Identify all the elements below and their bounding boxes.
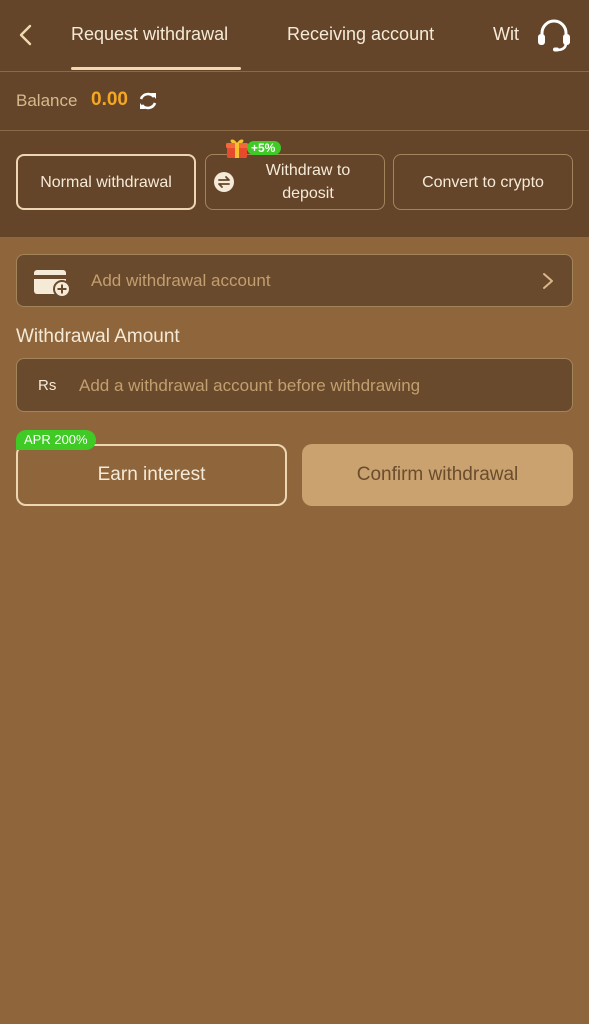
convert-to-crypto-button[interactable]: Convert to crypto [393, 154, 573, 210]
chevron-right-icon [543, 273, 553, 289]
confirm-withdrawal-label: Confirm withdrawal [356, 464, 519, 485]
withdraw-to-deposit-button[interactable]: Withdraw to deposit [205, 154, 385, 210]
withdrawal-amount-input[interactable] [77, 369, 561, 403]
wallet-add-icon [34, 270, 71, 297]
normal-withdrawal-label: Normal withdrawal [40, 173, 172, 191]
gift-icon [226, 139, 248, 158]
confirm-withdrawal-button[interactable]: Confirm withdrawal [302, 444, 573, 506]
tab-receiving-account[interactable]: Receiving account [287, 24, 434, 45]
currency-symbol: Rs [38, 377, 57, 394]
earn-interest-label: Earn interest [97, 464, 206, 485]
balance-value: 0.00 [91, 89, 128, 110]
swap-icon [214, 172, 234, 192]
top-nav: Request withdrawal Receiving account Wit… [0, 0, 589, 72]
withdrawal-amount-field[interactable]: Rs [16, 358, 573, 412]
withdraw-to-deposit-label: Withdraw to deposit [266, 159, 350, 205]
refresh-icon[interactable] [137, 90, 159, 112]
tab-withdrawal-records[interactable]: Withdrawal records [493, 24, 520, 45]
deposit-label-line1: Withdraw to [265, 162, 351, 179]
apr-badge: APR 200% [16, 430, 96, 450]
withdrawal-amount-title: Withdrawal Amount [16, 326, 180, 347]
header-panel: Request withdrawal Receiving account Wit… [0, 0, 589, 237]
active-tab-indicator [71, 67, 241, 70]
balance-row: Balance 0.00 [0, 72, 589, 131]
add-withdrawal-account-row[interactable]: Add withdrawal account [16, 254, 573, 307]
convert-to-crypto-label: Convert to crypto [422, 173, 544, 191]
tab-request-withdrawal[interactable]: Request withdrawal [71, 24, 228, 45]
earn-interest-button[interactable]: Earn interest [16, 444, 287, 506]
deposit-bonus-badge: +5% [225, 137, 289, 159]
balance-label: Balance [16, 91, 78, 110]
chevron-left-icon[interactable] [14, 22, 38, 48]
headset-icon[interactable] [535, 17, 573, 53]
add-account-label: Add withdrawal account [91, 271, 271, 290]
bonus-percent: +5% [247, 141, 282, 155]
deposit-label-line2: deposit [282, 185, 334, 202]
normal-withdrawal-button[interactable]: Normal withdrawal [16, 154, 196, 210]
